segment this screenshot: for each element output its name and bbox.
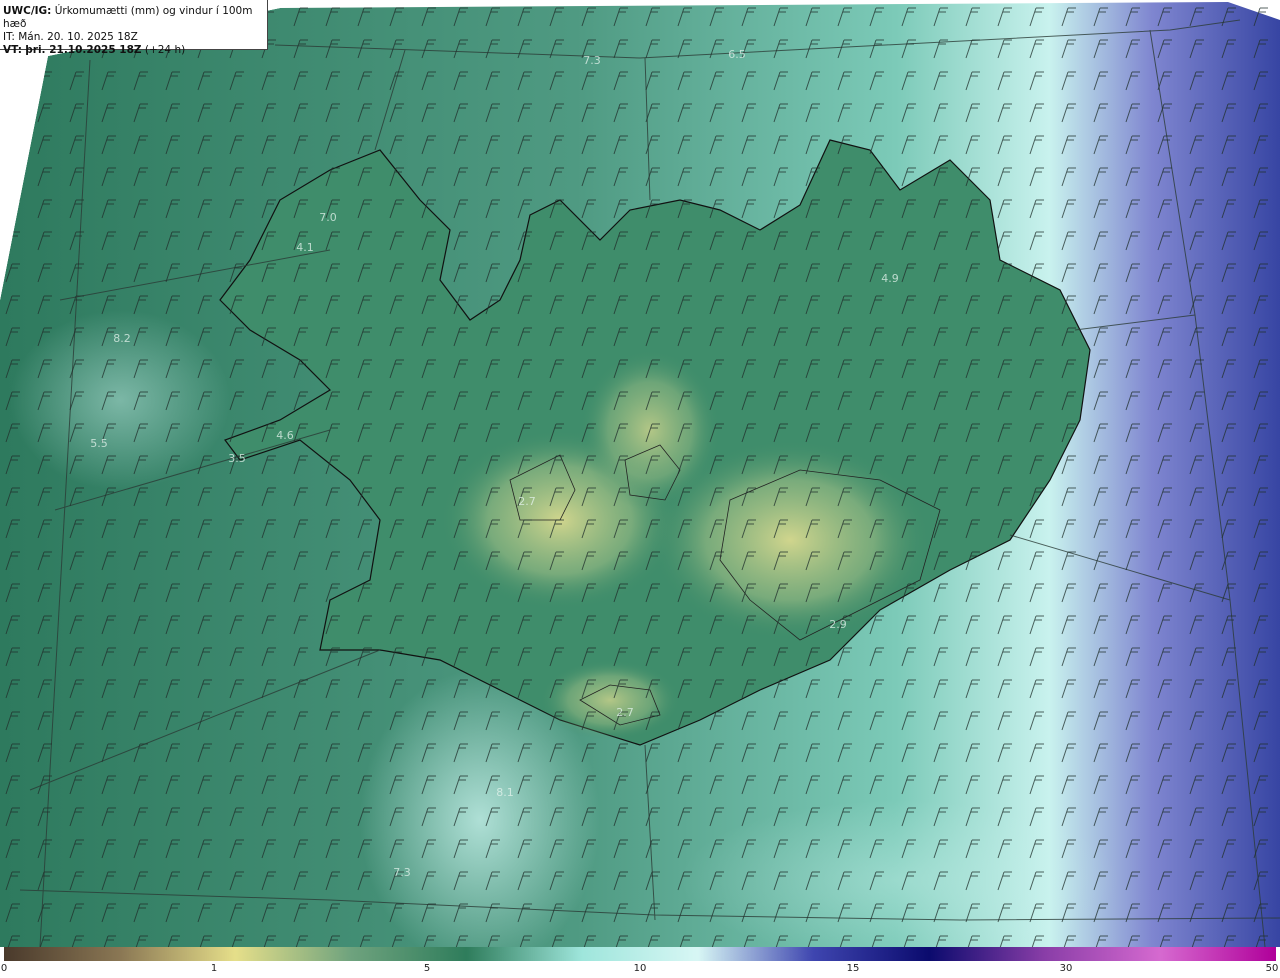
precip-value-label: 2.9 <box>829 618 847 631</box>
precipitation-wind-map: 7.3 6.5 7.0 4.1 8.2 4.9 5.5 3.5 4.6 2.7 2.9 2.7 8.1 7… <box>0 0 1280 947</box>
init-time-line: IT: Mán. 20. 10. 2025 18Z <box>3 31 138 43</box>
precip-value-label: 2.7 <box>518 495 536 508</box>
precip-value-label: 2.7 <box>616 706 634 719</box>
precip-value-label: 5.5 <box>90 437 108 450</box>
precip-value-label: 4.6 <box>276 429 294 442</box>
precip-value-label: 7.0 <box>319 211 337 224</box>
colorbar-tick-label: 50 <box>1265 963 1279 974</box>
precip-value-label: 7.3 <box>393 866 411 879</box>
colorbar-tick-label: 1 <box>210 963 218 974</box>
valid-time-line: VT: þri. 21.10.2025 18Z (+24 h) <box>3 44 186 56</box>
precip-value-label: 8.2 <box>113 332 131 345</box>
precip-value-label: 6.5 <box>728 48 746 61</box>
title-line: UWC/IG: Úrkomumætti (mm) og vindur í 100… <box>3 5 253 30</box>
colorbar-tick-label: 10 <box>633 963 647 974</box>
colorbar-tick-label: 0 <box>0 963 8 974</box>
precip-value-label: 4.1 <box>296 241 314 254</box>
precip-value-label: 7.3 <box>583 54 601 67</box>
precipitation-colorbar <box>4 947 1276 961</box>
map-title-box: UWC/IG: Úrkomumætti (mm) og vindur í 100… <box>0 0 268 56</box>
precip-value-label: 4.9 <box>881 272 899 285</box>
colorbar-tick-label: 5 <box>423 963 431 974</box>
colorbar-tick-label: 30 <box>1059 963 1073 974</box>
wind-barbs <box>0 0 1280 947</box>
precip-value-label: 8.1 <box>496 786 514 799</box>
colorbar-tick-label: 15 <box>846 963 860 974</box>
precip-value-label: 3.5 <box>228 452 246 465</box>
